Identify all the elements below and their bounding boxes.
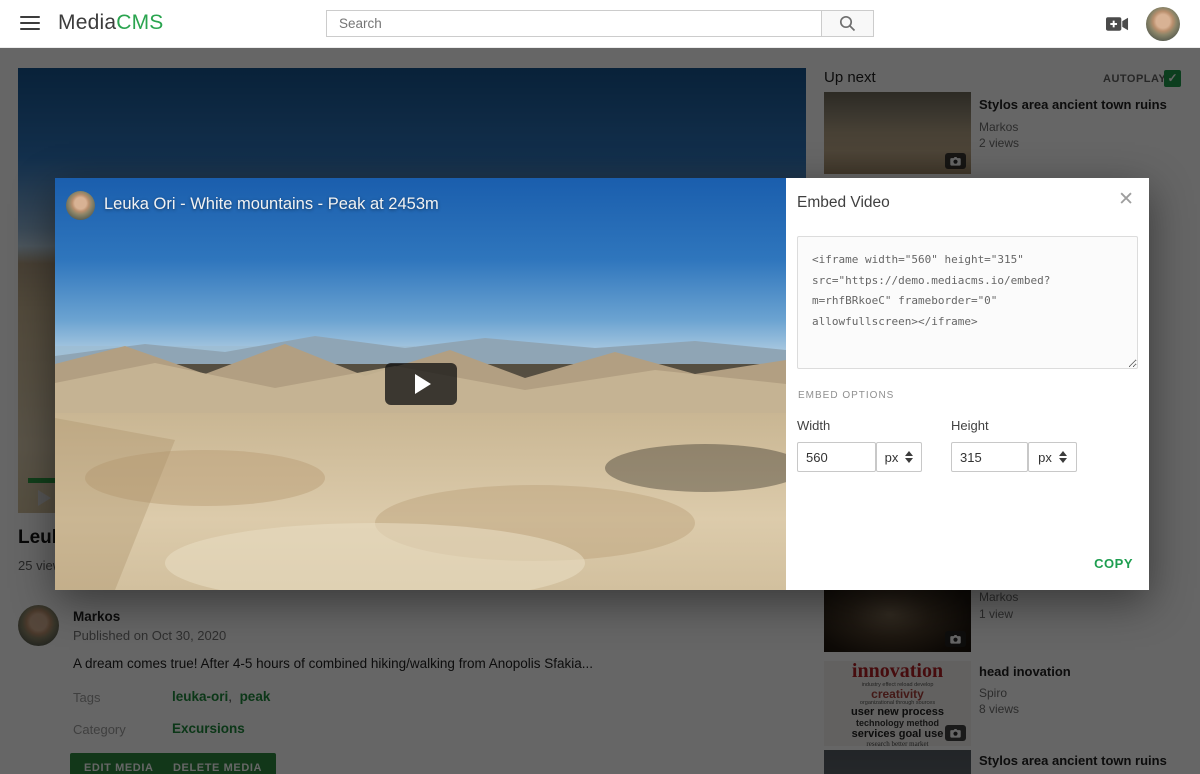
spinner-icon <box>1059 451 1067 463</box>
search-button[interactable] <box>821 10 874 37</box>
copy-button[interactable]: COPY <box>1094 556 1133 571</box>
height-label: Height <box>951 418 989 433</box>
embed-video-modal: Leuka Ori - White mountains - Peak at 24… <box>55 178 1149 590</box>
top-bar: MediaCMS <box>0 0 1200 48</box>
mediacms-page: MediaCMS Leuka Ori - White mountains - P… <box>0 0 1200 774</box>
menu-icon[interactable] <box>20 16 40 31</box>
spinner-icon <box>905 451 913 463</box>
modal-title: Embed Video <box>797 194 890 212</box>
embed-options-panel: Embed Video ✕ <iframe width="560" height… <box>786 178 1149 590</box>
search-input[interactable] <box>326 10 821 37</box>
height-unit-value: px <box>1038 450 1052 465</box>
embed-video-preview[interactable]: Leuka Ori - White mountains - Peak at 24… <box>55 178 786 590</box>
mediacms-logo[interactable]: MediaCMS <box>58 11 163 35</box>
play-button[interactable] <box>385 363 457 405</box>
width-label: Width <box>797 418 830 433</box>
logo-text-cms: CMS <box>116 11 163 34</box>
preview-video-title: Leuka Ori - White mountains - Peak at 24… <box>104 195 439 214</box>
preview-author-avatar <box>66 191 95 220</box>
embed-options-label: EMBED OPTIONS <box>798 390 894 401</box>
height-unit-select[interactable]: px <box>1028 442 1077 472</box>
embed-code-textarea[interactable]: <iframe width="560" height="315" src="ht… <box>797 236 1138 369</box>
search-icon <box>839 15 856 32</box>
play-icon <box>415 374 431 394</box>
width-unit-select[interactable]: px <box>876 442 922 472</box>
width-input[interactable] <box>797 442 876 472</box>
user-avatar[interactable] <box>1146 7 1180 41</box>
close-icon[interactable]: ✕ <box>1118 190 1134 209</box>
upload-video-icon[interactable] <box>1106 15 1129 33</box>
width-unit-value: px <box>885 450 899 465</box>
height-input[interactable] <box>951 442 1028 472</box>
logo-text-media: Media <box>58 11 116 34</box>
